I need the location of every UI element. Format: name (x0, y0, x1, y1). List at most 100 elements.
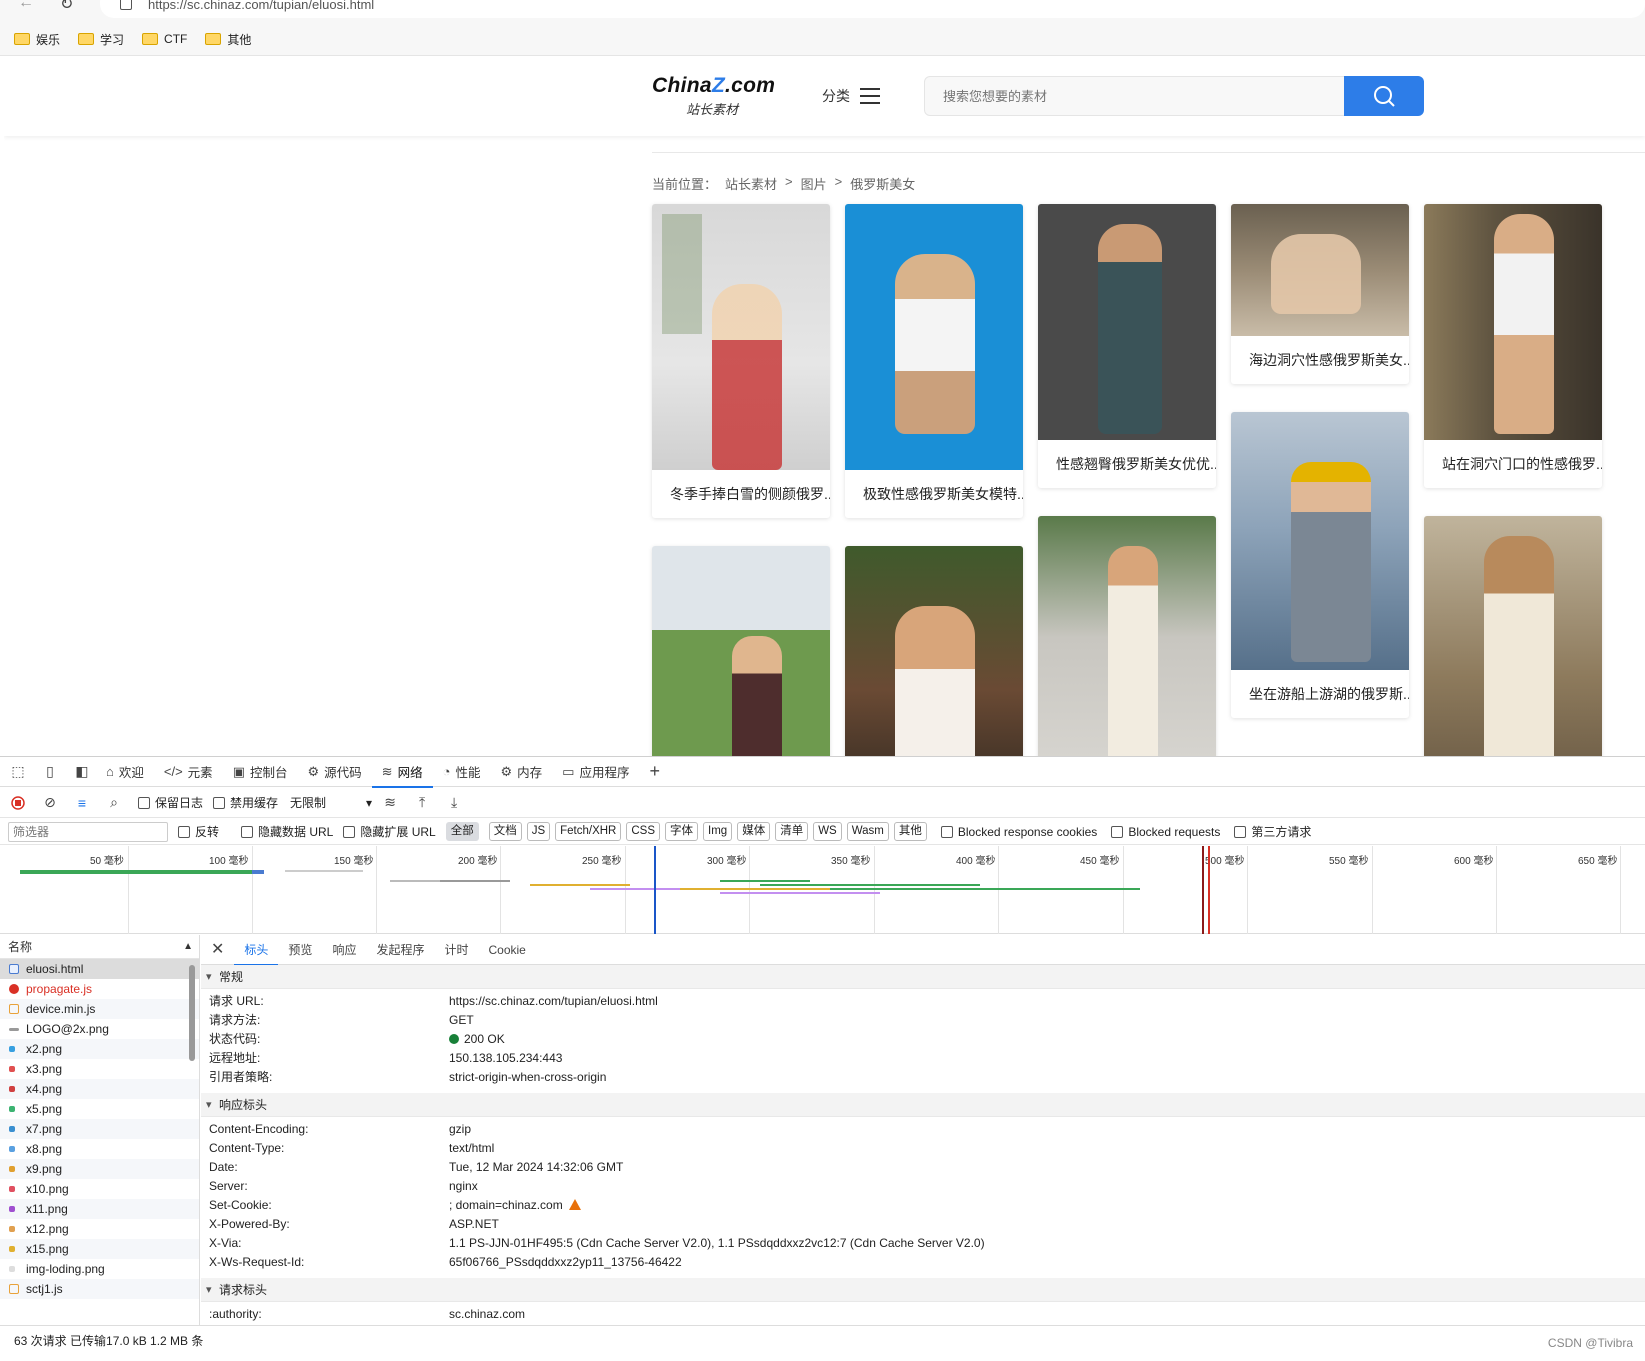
filter-type-media[interactable]: 媒体 (737, 822, 771, 841)
back-arrow-icon[interactable]: ← (18, 0, 38, 14)
address-bar[interactable]: https://sc.chinaz.com/tupian/eluosi.html (100, 0, 1645, 18)
request-row[interactable]: x2.png (0, 1039, 199, 1059)
checkbox-box[interactable] (1234, 825, 1247, 838)
checkbox-box[interactable] (1111, 825, 1124, 838)
disable-cache-checkbox[interactable]: 禁用缓存 (213, 794, 278, 811)
clear-icon[interactable]: ⊘ (36, 790, 64, 816)
device-toolbar-icon[interactable]: ▯ (36, 759, 64, 785)
card-image[interactable] (1038, 516, 1216, 756)
filter-type-css[interactable]: CSS (626, 822, 661, 841)
card-image[interactable] (1424, 516, 1602, 756)
request-row[interactable]: propagate.js (0, 979, 199, 999)
throttle-select[interactable]: 无限制 ▾ (290, 794, 372, 811)
inspect-icon[interactable]: ⬚ (4, 759, 32, 785)
card-caption[interactable]: 坐在游船上游湖的俄罗斯... (1231, 670, 1409, 718)
hide-data-url-checkbox[interactable]: 隐藏数据 URL (241, 823, 333, 840)
image-card[interactable] (652, 546, 830, 756)
checkbox-box[interactable] (138, 796, 150, 809)
card-caption[interactable]: 海边洞穴性感俄罗斯美女... (1231, 336, 1409, 384)
image-card[interactable] (1424, 516, 1602, 756)
request-row[interactable]: x10.png (0, 1179, 199, 1199)
tab-headers[interactable]: 标头 (234, 935, 279, 966)
network-timeline-overview[interactable]: 50 毫秒 100 毫秒 150 毫秒 200 毫秒 250 毫秒 300 毫秒… (0, 846, 1645, 934)
preserve-log-checkbox[interactable]: 保留日志 (138, 794, 203, 811)
image-card[interactable]: 性感翘臀俄罗斯美女优优... (1038, 204, 1216, 488)
filter-icon[interactable]: ≡ (68, 790, 96, 816)
tab-cookies[interactable]: Cookie (478, 935, 535, 965)
tab-network[interactable]: ≋ 网络 (371, 757, 433, 788)
request-row[interactable]: LOGO@2x.png (0, 1019, 199, 1039)
tab-elements[interactable]: </> 元素 (154, 757, 223, 787)
filter-type-wasm[interactable]: Wasm (846, 822, 889, 841)
filter-type-other[interactable]: 其他 (893, 822, 927, 841)
name-column-header[interactable]: 名称 ▲ (0, 935, 199, 959)
bookmark-folder[interactable]: 其他 (205, 28, 251, 50)
bookmark-folder[interactable]: 娱乐 (14, 28, 60, 50)
export-har-icon[interactable]: ⤓ (440, 790, 468, 816)
request-row[interactable]: x3.png (0, 1059, 199, 1079)
checkbox-box[interactable] (213, 796, 226, 809)
blocked-cookies-checkbox[interactable]: Blocked response cookies (940, 825, 1097, 839)
breadcrumb-link[interactable]: 站长素材 (725, 174, 777, 193)
import-har-icon[interactable]: ⤒ (408, 790, 436, 816)
search-icon[interactable]: ⌕ (100, 790, 128, 816)
hide-extension-url-checkbox[interactable]: 隐藏扩展 URL (343, 823, 436, 840)
site-logo[interactable]: ChinaZ.com 站长素材 (652, 74, 775, 118)
warning-icon[interactable] (568, 1199, 581, 1210)
request-row[interactable]: x9.png (0, 1159, 199, 1179)
bookmark-folder[interactable]: 学习 (78, 28, 124, 50)
network-conditions-icon[interactable]: ≋ (376, 790, 404, 816)
filter-type-js[interactable]: JS (526, 822, 551, 841)
dock-icon[interactable]: ◧ (68, 759, 96, 785)
request-row[interactable]: img-loding.png (0, 1259, 199, 1279)
filter-type-ws[interactable]: WS (813, 822, 842, 841)
tab-console[interactable]: ▣ 控制台 (223, 757, 298, 787)
image-card[interactable]: 站在洞穴门口的性感俄罗... (1424, 204, 1602, 488)
request-row[interactable]: x12.png (0, 1219, 199, 1239)
card-image[interactable] (1231, 412, 1409, 670)
request-row[interactable]: x4.png (0, 1079, 199, 1099)
card-image[interactable] (652, 546, 830, 756)
tab-welcome[interactable]: ⌂ 欢迎 (96, 757, 154, 787)
card-caption[interactable]: 站在洞穴门口的性感俄罗... (1424, 440, 1602, 488)
image-card[interactable] (845, 546, 1023, 756)
response-headers-section-header[interactable]: 响应标头 (201, 1093, 1645, 1117)
request-row[interactable]: device.min.js (0, 999, 199, 1019)
card-caption[interactable]: 冬季手捧白雪的侧颜俄罗... (652, 470, 830, 518)
card-image[interactable] (652, 204, 830, 470)
tab-performance[interactable]: ◔ 性能 (433, 757, 491, 787)
checkbox-box[interactable] (940, 825, 953, 838)
tab-timing[interactable]: 计时 (434, 935, 478, 965)
bookmark-folder[interactable]: CTF (142, 28, 187, 50)
card-image[interactable] (1038, 204, 1216, 440)
request-headers-section-header[interactable]: 请求标头 (201, 1278, 1645, 1302)
filter-input[interactable] (8, 821, 168, 842)
card-image[interactable] (1231, 204, 1409, 336)
filter-type-manifest[interactable]: 清单 (775, 822, 809, 841)
image-card[interactable] (1038, 516, 1216, 756)
checkbox-box[interactable] (343, 825, 356, 838)
tab-preview[interactable]: 预览 (278, 935, 322, 965)
general-section-header[interactable]: 常规 (201, 965, 1645, 989)
close-icon[interactable]: ✕ (201, 935, 234, 965)
tab-initiator[interactable]: 发起程序 (366, 935, 434, 965)
request-row[interactable]: sctj1.js (0, 1279, 199, 1299)
request-row[interactable]: x7.png (0, 1119, 199, 1139)
image-card[interactable]: 坐在游船上游湖的俄罗斯... (1231, 412, 1409, 718)
filter-type-img[interactable]: Img (703, 822, 733, 841)
list-scrollbar[interactable] (189, 965, 195, 1061)
add-tab-button[interactable]: + (639, 757, 675, 787)
request-row[interactable]: x5.png (0, 1099, 199, 1119)
request-row[interactable]: x15.png (0, 1239, 199, 1259)
request-row[interactable]: eluosi.html (0, 959, 199, 979)
tab-response[interactable]: 响应 (322, 935, 366, 965)
tab-application[interactable]: ▭ 应用程序 (552, 757, 639, 787)
breadcrumb-link[interactable]: 图片 (801, 174, 827, 193)
blocked-requests-checkbox[interactable]: Blocked requests (1111, 825, 1220, 839)
card-image[interactable] (845, 204, 1023, 470)
third-party-checkbox[interactable]: 第三方请求 (1234, 823, 1311, 840)
checkbox-box[interactable] (178, 825, 190, 838)
request-row[interactable]: x8.png (0, 1139, 199, 1159)
tab-memory[interactable]: ⚙ 内存 (490, 757, 552, 787)
search-input[interactable] (924, 76, 1346, 116)
